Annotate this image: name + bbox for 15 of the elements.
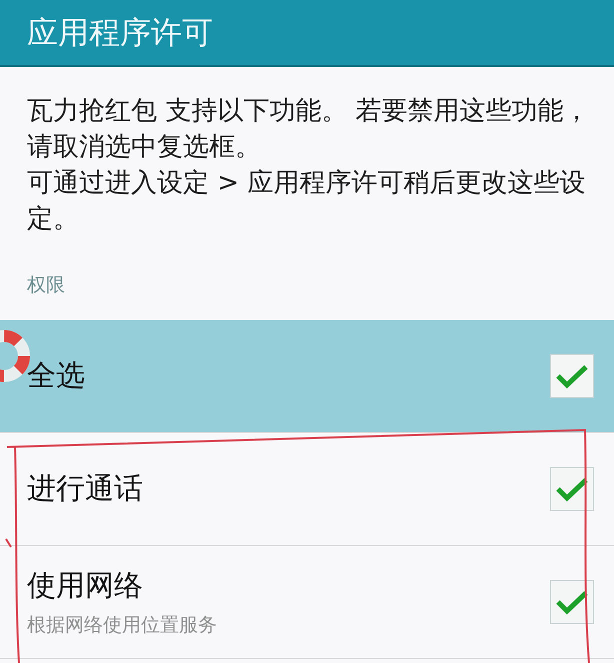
checkbox[interactable]	[550, 467, 594, 511]
permission-description: 根据网络使用位置服务	[27, 613, 218, 638]
select-all-label: 全选	[27, 357, 86, 394]
permission-label: 使用网络	[27, 567, 144, 604]
checkbox[interactable]	[550, 580, 594, 624]
screen-title: 应用程序许可	[27, 14, 213, 52]
section-label: 权限	[27, 273, 65, 298]
checkmark-icon	[555, 363, 589, 389]
description-text: 可通过进入设定 > 应用程序许可稍后更改这些设定。	[27, 167, 586, 236]
checkmark-icon	[555, 589, 589, 615]
checkmark-icon	[555, 476, 589, 502]
permission-label: 进行通话	[27, 470, 144, 507]
description-text: 瓦力抢红包 支持以下功能。 若要禁用这些功能，请取消选中复选框。	[27, 95, 591, 164]
select-all-row[interactable]: 全选	[0, 320, 614, 433]
checkbox[interactable]	[550, 354, 594, 398]
